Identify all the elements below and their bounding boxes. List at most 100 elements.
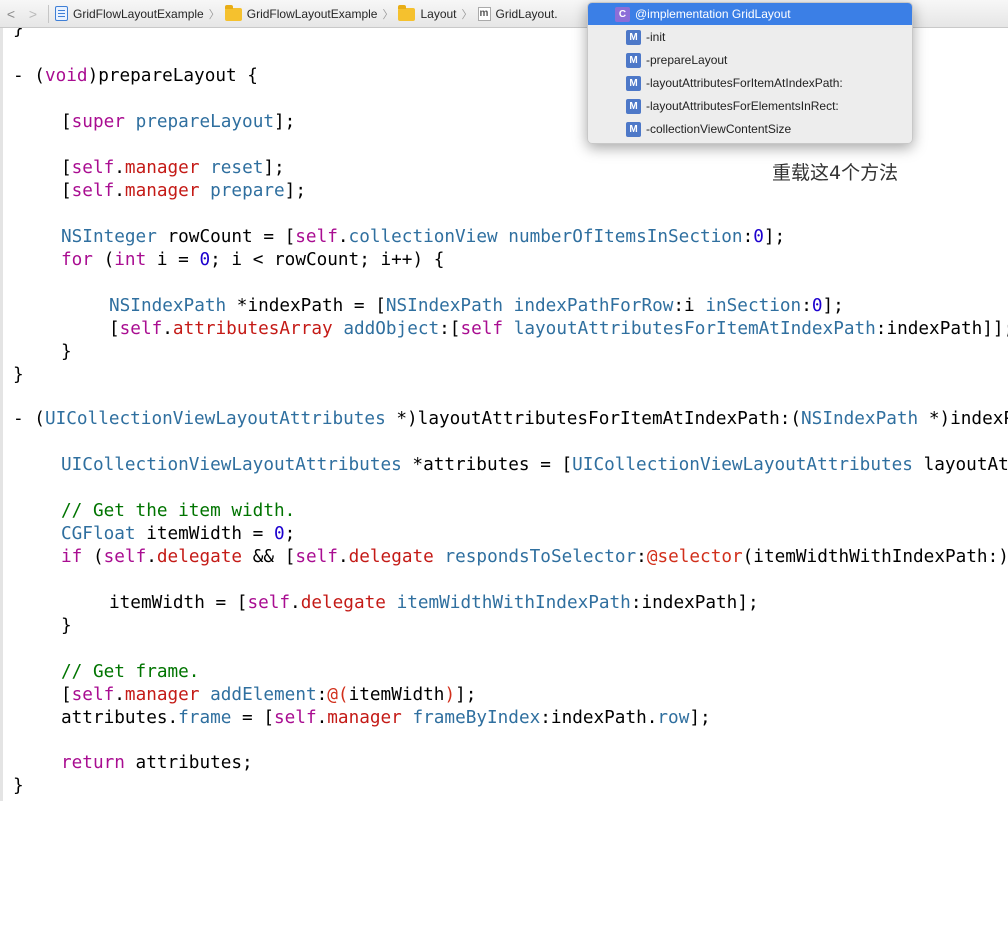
code-token: ]; (284, 181, 306, 201)
code-token: NSIndexPath (801, 409, 919, 429)
code-token: itemWidthWithIndexPath (396, 593, 631, 613)
code-token: } (61, 616, 72, 636)
code-token: = [ (231, 708, 274, 728)
code-token: ]; (763, 227, 786, 247)
code-token: :indexPath]; (630, 593, 759, 613)
back-arrow-icon[interactable]: < (0, 6, 22, 22)
breadcrumb-group[interactable]: GridFlowLayoutExample (224, 5, 377, 21)
code-token: attributesArray (172, 319, 333, 339)
code-token: attributes; (124, 753, 253, 773)
code-token: @selector (646, 547, 743, 567)
method-badge-icon: M (626, 29, 641, 45)
code-token: UICollectionViewLayoutAttributes (572, 455, 913, 475)
code-token: self (295, 227, 338, 247)
code-token: ]; (263, 158, 285, 178)
code-token: && [ (242, 547, 296, 567)
code-token: self (460, 319, 504, 339)
popup-item-label: -collectionViewContentSize (646, 122, 792, 136)
code-token: manager (124, 181, 200, 201)
code-token: indexPathForRow (513, 296, 674, 316)
code-line: [self.manager prepare]; (61, 180, 306, 202)
code-token: } (13, 28, 24, 39)
popup-item-content-size[interactable]: M -collectionViewContentSize (588, 118, 912, 140)
code-line: itemWidth = [self.delegate itemWidthWith… (109, 592, 759, 614)
code-token: UICollectionViewLayoutAttributes (61, 455, 402, 475)
popup-item-label: -prepareLayout (646, 53, 728, 67)
code-token: 0 (273, 524, 285, 544)
code-line: NSIndexPath *indexPath = [NSIndexPath in… (109, 295, 844, 317)
code-token: } (61, 342, 72, 362)
popup-item-label: -layoutAttributesForItemAtIndexPath: (646, 76, 843, 90)
code-token: *indexPath = [ (226, 296, 386, 316)
code-token: reset (210, 158, 264, 178)
code-line: } (61, 341, 72, 363)
code-token: delegate (156, 547, 243, 567)
code-token: :indexPath. (540, 708, 658, 728)
code-token: CGFloat (61, 524, 136, 544)
code-token: 0 (199, 250, 211, 270)
popup-item-attributes-for-item[interactable]: M -layoutAttributesForItemAtIndexPath: (588, 72, 912, 94)
code-token: super (71, 112, 125, 132)
editor-gutter (0, 28, 3, 801)
code-token: if (61, 547, 83, 567)
code-line: if (self.delegate && [self.delegate resp… (61, 546, 1008, 568)
code-token: : (636, 547, 647, 567)
code-token: self (103, 547, 147, 567)
code-token: . (114, 181, 125, 201)
code-token: . (114, 158, 125, 178)
code-token: NSIndexPath (385, 296, 504, 316)
breadcrumb-folder[interactable]: Layout (398, 5, 457, 21)
code-token: ; (284, 524, 296, 544)
code-token: itemWidth (348, 685, 445, 705)
code-token: inSection (705, 296, 802, 316)
folder-icon (398, 5, 416, 21)
code-line: [self.manager reset]; (61, 157, 285, 179)
code-token: [ (109, 319, 120, 339)
popup-item-implementation[interactable]: C @implementation GridLayout (588, 3, 912, 25)
popup-item-prepare-layout[interactable]: M -prepareLayout (588, 49, 912, 71)
code-token: NSIndexPath (109, 296, 227, 316)
code-token: frame (178, 708, 232, 728)
code-token: ) (444, 685, 456, 705)
code-token: delegate (348, 547, 434, 567)
code-token: : (316, 685, 328, 705)
annotation-text: 重载这4个方法 (772, 162, 899, 184)
code-token: . (162, 319, 173, 339)
code-token: ]; (455, 685, 477, 705)
code-token: delegate (300, 593, 386, 613)
code-token: ( (82, 547, 104, 567)
code-token: [ (61, 158, 72, 178)
forward-arrow-icon[interactable]: > (22, 6, 44, 22)
code-line: } (13, 28, 24, 40)
code-token: *)layoutAttributesForItemAtIndexPath:( (385, 409, 802, 429)
code-line: attributes.frame = [self.manager frameBy… (61, 707, 711, 729)
code-token: self (274, 708, 317, 728)
method-badge-icon: M (626, 98, 641, 114)
code-token: numberOfItemsInSection (508, 227, 743, 247)
code-token: 0 (811, 296, 823, 316)
code-line: - (UICollectionViewLayoutAttributes *)la… (13, 408, 1008, 430)
code-token: ]; (274, 112, 296, 132)
code-token: ( (92, 250, 115, 270)
breadcrumb-project[interactable]: GridFlowLayoutExample (55, 6, 204, 21)
folder-icon (224, 5, 242, 21)
popup-item-label: -init (646, 30, 666, 44)
code-line: [self.attributesArray addObject:[self la… (109, 318, 1008, 340)
code-token: manager (124, 158, 200, 178)
code-token: self (71, 158, 115, 178)
popup-item-init[interactable]: M -init (588, 26, 912, 48)
breadcrumb-file[interactable]: m GridLayout. (477, 6, 558, 21)
popup-item-attributes-in-rect[interactable]: M -layoutAttributesForElementsInRect: (588, 95, 912, 117)
breadcrumb-label: GridFlowLayoutExample (73, 6, 204, 21)
project-file-icon (55, 6, 68, 21)
code-token: - ( (13, 66, 45, 86)
code-token: manager (327, 708, 402, 728)
code-line: [super prepareLayout]; (61, 111, 295, 133)
code-token: collectionView (348, 227, 498, 247)
chevron-right-icon: 〉 (382, 8, 394, 21)
code-line: } (13, 775, 24, 797)
code-token: ]; (822, 296, 844, 316)
class-badge-icon: C (615, 6, 630, 22)
popup-item-label: -layoutAttributesForElementsInRect: (646, 99, 839, 113)
code-token: )prepareLayout { (87, 66, 258, 86)
